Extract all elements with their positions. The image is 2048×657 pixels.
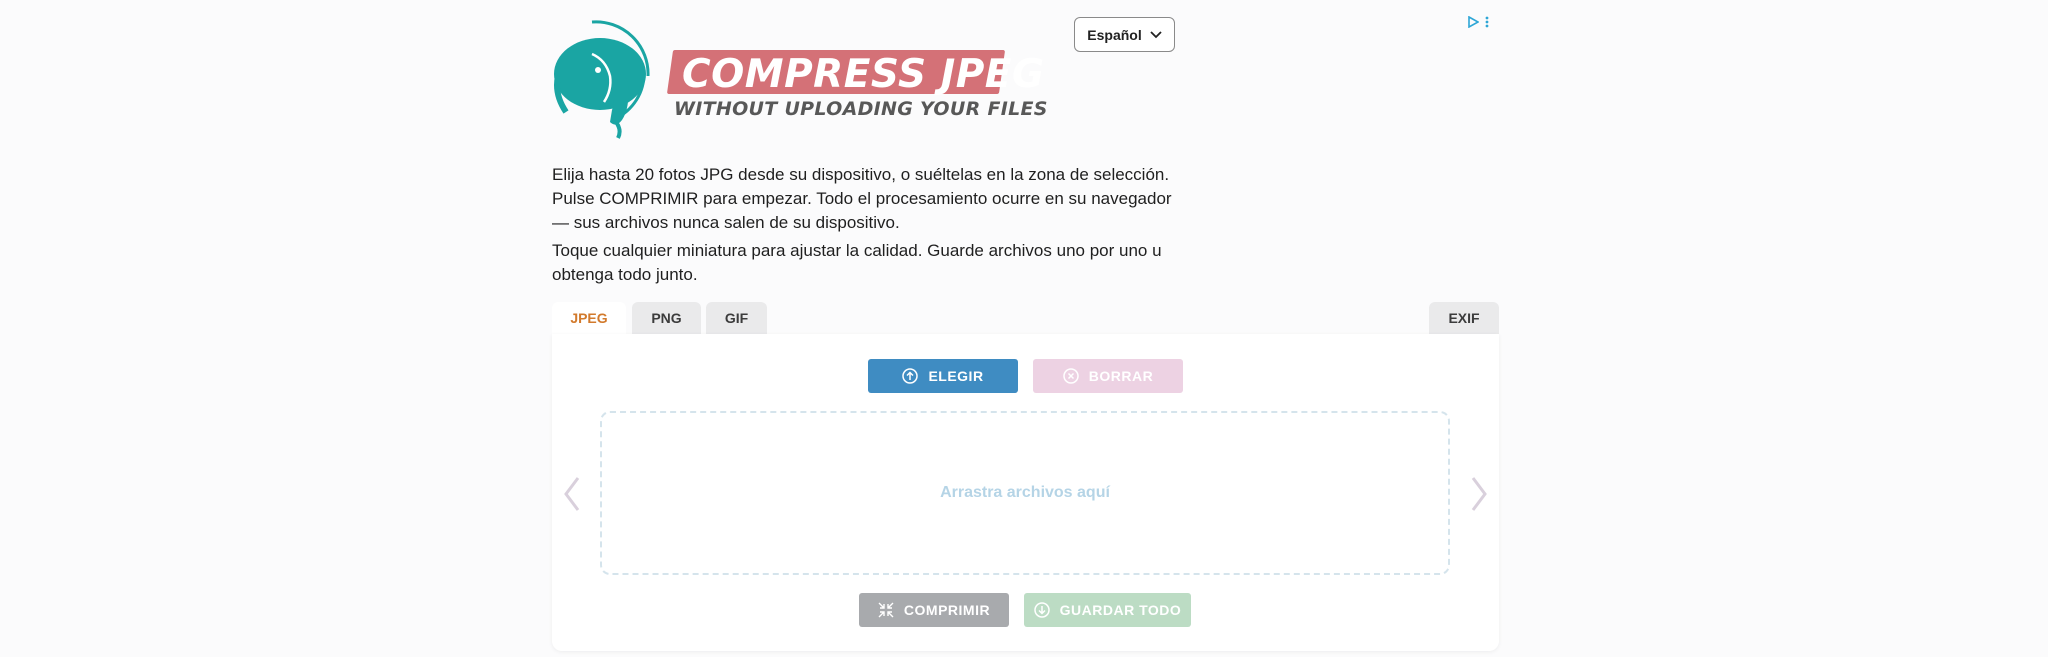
chevron-left-icon <box>564 477 580 511</box>
drop-zone-text: Arrastra archivos aquí <box>940 484 1110 501</box>
tab-exif[interactable]: EXIF <box>1429 302 1499 334</box>
site-logo[interactable]: COMPRESS JPEG WITHOUT UPLOADING YOUR FIL… <box>552 16 1047 140</box>
language-label: Español <box>1087 26 1142 43</box>
compress-arrows-icon <box>878 602 894 618</box>
intro-text: Elija hasta 20 fotos JPG desde su dispos… <box>552 163 1192 287</box>
ad-controls <box>1467 16 1489 28</box>
kebab-menu-icon[interactable] <box>1485 16 1489 28</box>
compressor-panel: ELEGIR BORRAR Arrastra archivos aquí COM… <box>552 334 1499 651</box>
previous-arrow[interactable] <box>560 474 584 514</box>
choose-button[interactable]: ELEGIR <box>868 359 1018 393</box>
adchoices-icon[interactable] <box>1467 16 1479 28</box>
tab-gif[interactable]: GIF <box>706 302 767 334</box>
save-all-button-label: GUARDAR TODO <box>1059 602 1182 618</box>
clear-button[interactable]: BORRAR <box>1033 359 1183 393</box>
upload-circle-icon <box>902 368 919 384</box>
page: COMPRESS JPEG WITHOUT UPLOADING YOUR FIL… <box>552 0 1499 657</box>
chevron-right-icon <box>1471 477 1487 511</box>
compress-button-label: COMPRIMIR <box>903 602 991 618</box>
intro-paragraph-1: Elija hasta 20 fotos JPG desde su dispos… <box>552 165 1172 232</box>
format-tabs: JPEG PNG GIF EXIF <box>552 302 1499 334</box>
drop-zone[interactable]: Arrastra archivos aquí <box>600 411 1450 575</box>
chevron-down-icon <box>1150 30 1162 38</box>
clear-button-label: BORRAR <box>1088 368 1154 384</box>
save-all-button[interactable]: GUARDAR TODO <box>1024 593 1191 627</box>
language-select[interactable]: Español <box>1074 17 1175 52</box>
logo-subtitle: WITHOUT UPLOADING YOUR FILES <box>674 98 1048 120</box>
elephant-icon <box>554 20 650 139</box>
intro-paragraph-2: Toque cualquier miniatura para ajustar l… <box>552 241 1162 284</box>
close-circle-icon <box>1063 368 1079 384</box>
logo-title: COMPRESS JPEG <box>682 52 1045 97</box>
compress-button[interactable]: COMPRIMIR <box>859 593 1009 627</box>
tab-png[interactable]: PNG <box>632 302 701 334</box>
choose-button-label: ELEGIR <box>928 368 984 384</box>
download-circle-icon <box>1033 602 1050 618</box>
next-arrow[interactable] <box>1467 474 1491 514</box>
tab-jpeg[interactable]: JPEG <box>552 302 626 334</box>
